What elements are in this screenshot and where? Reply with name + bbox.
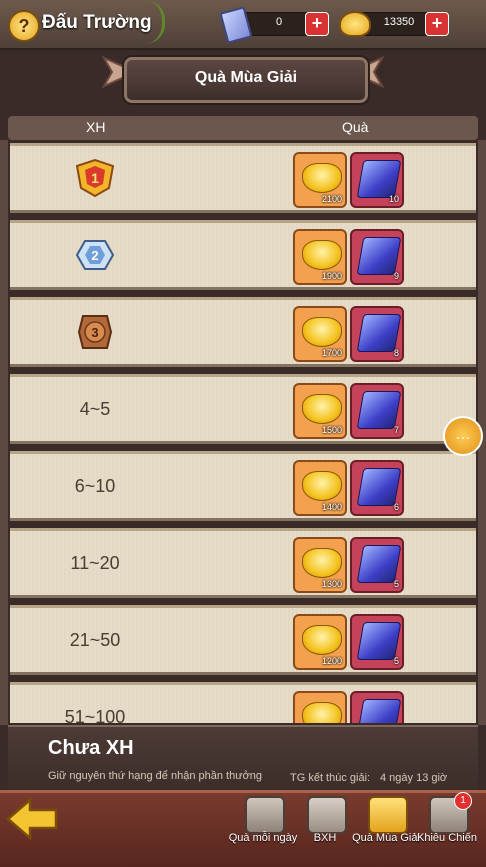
add-gold-button[interactable]: + [425, 12, 449, 36]
reward-column-header: Quà [342, 119, 369, 135]
scroll-reward[interactable]: 10 [350, 152, 404, 208]
table-row: 6~10 1400 6 [10, 451, 476, 521]
gold-ingot-icon [302, 702, 342, 723]
rank-2-medal-icon: 2 [75, 240, 115, 270]
rank-column-header: XH [86, 119, 106, 135]
gold-reward[interactable]: 1500 [293, 383, 347, 439]
scroll-reward[interactable]: 6 [350, 460, 404, 516]
scroll-icon [356, 237, 402, 275]
nav-season-gift[interactable]: Quà Mùa Giải [352, 796, 420, 856]
season-end-label: TG kết thúc giải: [290, 772, 371, 784]
gold-amount: 2100 [321, 194, 342, 204]
chat-icon[interactable]: … [443, 416, 483, 456]
banner-title: Quà Mùa Giải [194, 69, 298, 86]
scroll-icon [356, 468, 402, 506]
nav-challenge[interactable]: 1 Khiêu Chiến [416, 792, 478, 856]
chest-icon [245, 796, 285, 834]
scroll-amount: 10 [388, 194, 399, 204]
gold-amount: 1400 [321, 502, 342, 512]
scroll-reward[interactable]: 7 [350, 383, 404, 439]
scroll-icon [356, 391, 402, 429]
page-title: Đấu Trường [42, 12, 152, 33]
rank-range: 11~20 [70, 553, 120, 573]
season-gift-icon [368, 796, 408, 834]
rank-3-medal-icon: 3 [77, 315, 113, 349]
rank-1-medal-icon: 1 [75, 158, 115, 198]
scroll-amount: 5 [393, 579, 399, 589]
scroll-icon [356, 160, 402, 198]
gold-ingot-icon [302, 240, 342, 270]
gold-reward[interactable]: 1400 [293, 460, 347, 516]
table-row: 51~100 [10, 682, 476, 723]
gold-amount: 1700 [321, 348, 342, 358]
nav-leaderboard[interactable]: BXH [294, 796, 356, 856]
add-ticket-button[interactable]: + [305, 12, 329, 36]
back-arrow-icon[interactable] [6, 796, 60, 842]
gold-ingot-icon [302, 394, 342, 424]
table-header: XH Quà [8, 116, 478, 140]
scroll-icon [356, 622, 402, 660]
gold-reward[interactable] [293, 691, 347, 723]
table-row: 4~5 1500 7 [10, 374, 476, 444]
gold-amount: 1300 [321, 579, 342, 589]
gold-ingot-icon [302, 317, 342, 347]
scroll-reward[interactable] [350, 691, 404, 723]
season-end-time: 4 ngày 13 giờ [380, 772, 448, 784]
season-banner: Quà Mùa Giải [124, 57, 368, 103]
gold-amount: 1900 [321, 271, 342, 281]
rank-range: 4~5 [79, 399, 111, 419]
rank-range: 51~100 [64, 707, 126, 723]
ticket-resource: 0 + [219, 6, 329, 44]
reward-list[interactable]: 1 2100 10 2 1900 9 3 1700 8 4~5 1500 7 6… [10, 143, 476, 723]
player-rank-status: Chưa XH [48, 737, 134, 759]
scroll-reward[interactable]: 5 [350, 537, 404, 593]
rank-range: 21~50 [69, 630, 121, 650]
gold-reward[interactable]: 1900 [293, 229, 347, 285]
gold-reward[interactable]: 1200 [293, 614, 347, 670]
gold-ingot-icon [302, 548, 342, 578]
scroll-reward[interactable]: 8 [350, 306, 404, 362]
nav-daily-gift[interactable]: Quà mỗi ngày [229, 796, 297, 856]
gold-amount: 1200 [321, 656, 342, 666]
scroll-icon [356, 699, 402, 723]
gold-reward[interactable]: 2100 [293, 152, 347, 208]
svg-text:3: 3 [91, 325, 98, 340]
gold-amount: 1500 [321, 425, 342, 435]
question-icon[interactable]: ? [8, 10, 40, 42]
scroll-amount: 5 [393, 656, 399, 666]
vine-decoration [140, 0, 165, 44]
rank-hint: Giữ nguyên thứ hạng để nhận phần thưởng [48, 770, 263, 782]
scroll-amount: 6 [393, 502, 399, 512]
gold-ingot-icon [302, 625, 342, 655]
table-row: 11~20 1300 5 [10, 528, 476, 598]
scroll-amount: 7 [393, 425, 399, 435]
table-row: 21~50 1200 5 [10, 605, 476, 675]
top-bar: ? Đấu Trường 0 + 13350 + [0, 0, 486, 50]
scroll-icon [356, 314, 402, 352]
table-row: 3 1700 8 [10, 297, 476, 367]
scroll-amount: 9 [393, 271, 399, 281]
gold-resource: 13350 + [339, 11, 449, 37]
scroll-reward[interactable]: 9 [350, 229, 404, 285]
cards-icon [307, 796, 347, 834]
left-frame [0, 140, 8, 725]
notification-badge: 1 [454, 792, 472, 810]
gold-reward[interactable]: 1300 [293, 537, 347, 593]
svg-text:1: 1 [91, 170, 99, 186]
svg-text:2: 2 [91, 248, 98, 263]
scroll-amount: 8 [393, 348, 399, 358]
gold-ingot-icon [302, 163, 342, 193]
gold-ingot-icon [302, 471, 342, 501]
player-rank-panel: Chưa XH Giữ nguyên thứ hạng để nhận phần… [8, 725, 478, 791]
table-row: 1 2100 10 [10, 143, 476, 213]
table-row: 2 1900 9 [10, 220, 476, 290]
nav-label: Khiêu Chiến [417, 832, 477, 844]
rank-range: 6~10 [74, 476, 116, 496]
scroll-reward[interactable]: 5 [350, 614, 404, 670]
scroll-icon [356, 545, 402, 583]
gold-reward[interactable]: 1700 [293, 306, 347, 362]
